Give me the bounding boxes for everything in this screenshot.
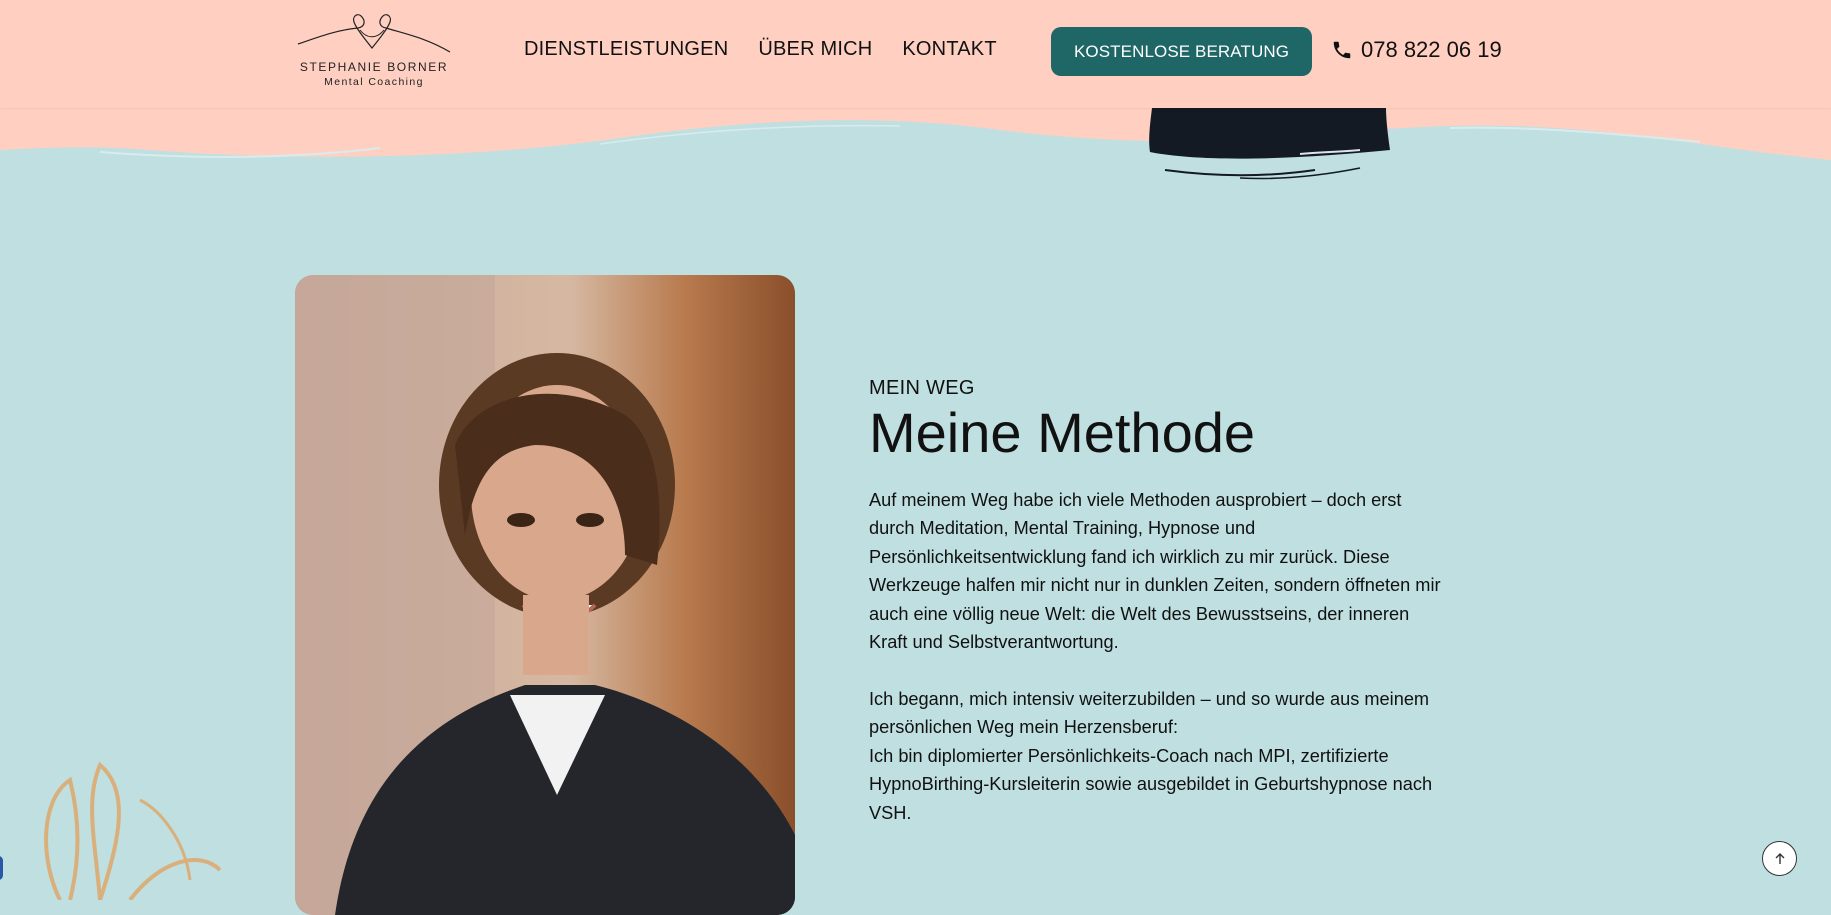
- chat-widget-tab[interactable]: [0, 856, 3, 880]
- logo-tagline: Mental Coaching: [324, 76, 424, 88]
- paragraph-training-line1: Ich begann, mich intensiv weiterzubilden…: [869, 688, 1430, 738]
- logo[interactable]: STEPHANIE BORNER Mental Coaching: [296, 8, 452, 92]
- phone-link[interactable]: 078 822 06 19: [1331, 37, 1502, 63]
- nav-item-kontakt[interactable]: KONTAKT: [902, 38, 996, 61]
- paragraph-training-line2: Ich bin diplomierter Persönlichkeits-Coa…: [869, 745, 1433, 823]
- section-eyebrow: MEIN WEG: [869, 377, 975, 399]
- phone-number: 078 822 06 19: [1361, 37, 1502, 62]
- method-section: MEIN WEG Meine Methode Auf meinem Weg ha…: [869, 377, 1449, 855]
- free-consultation-button[interactable]: KOSTENLOSE BERATUNG: [1051, 27, 1312, 76]
- paragraph-training: Ich begann, mich intensiv weiterzubilden…: [869, 685, 1449, 828]
- section-title: Meine Methode: [869, 401, 1256, 464]
- nav-item-ueber-mich[interactable]: ÜBER MICH: [758, 38, 872, 61]
- arrow-up-icon: [1775, 852, 1784, 864]
- portrait-image: [295, 275, 795, 915]
- site-header: STEPHANIE BORNER Mental Coaching DIENSTL…: [0, 0, 1831, 108]
- logo-name: STEPHANIE BORNER: [299, 60, 449, 74]
- plant-illustration: [44, 761, 222, 900]
- scroll-to-top-button[interactable]: [1762, 841, 1797, 876]
- paragraph-method: Auf meinem Weg habe ich viele Methoden a…: [869, 489, 1441, 653]
- nav-item-dienstleistungen[interactable]: DIENSTLEISTUNGEN: [524, 38, 728, 61]
- photo-crop-decoration: [1149, 108, 1390, 180]
- wave-divider: [0, 100, 1831, 160]
- portrait-photo: [295, 275, 795, 915]
- main-nav: DIENSTLEISTUNGEN ÜBER MICH KONTAKT: [524, 38, 997, 61]
- phone-icon: [1333, 41, 1351, 59]
- heart-signature-icon: [297, 14, 451, 53]
